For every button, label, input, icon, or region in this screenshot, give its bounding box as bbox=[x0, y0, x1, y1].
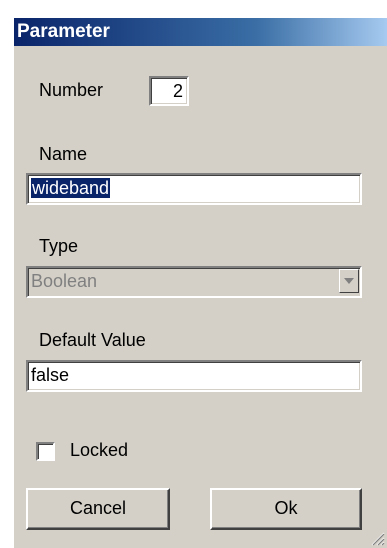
number-label: Number bbox=[39, 80, 104, 100]
default-value-input[interactable]: false bbox=[26, 360, 362, 392]
dropdown-arrow-button[interactable] bbox=[339, 269, 359, 293]
resize-grip-icon[interactable] bbox=[369, 530, 385, 546]
locked-label: Locked bbox=[70, 440, 129, 460]
parameter-dialog: Parameter Number 2 Name wideband Type Bo… bbox=[12, 16, 387, 548]
dialog-title: Parameter bbox=[17, 21, 110, 42]
ok-button[interactable]: Ok bbox=[210, 488, 362, 530]
number-value: 2 bbox=[172, 81, 183, 101]
type-label: Type bbox=[39, 236, 79, 256]
name-label: Name bbox=[39, 144, 88, 164]
locked-checkbox[interactable] bbox=[36, 442, 55, 461]
type-value: Boolean bbox=[31, 271, 98, 291]
number-field[interactable]: 2 bbox=[149, 76, 189, 106]
chevron-down-icon bbox=[344, 278, 354, 284]
cancel-button[interactable]: Cancel bbox=[26, 488, 170, 530]
type-dropdown[interactable]: Boolean bbox=[26, 266, 362, 298]
name-value: wideband bbox=[31, 178, 111, 198]
title-bar[interactable]: Parameter bbox=[14, 18, 387, 46]
default-value-value: false bbox=[31, 365, 70, 385]
default-value-label: Default Value bbox=[39, 330, 146, 350]
name-input[interactable]: wideband bbox=[26, 173, 362, 205]
